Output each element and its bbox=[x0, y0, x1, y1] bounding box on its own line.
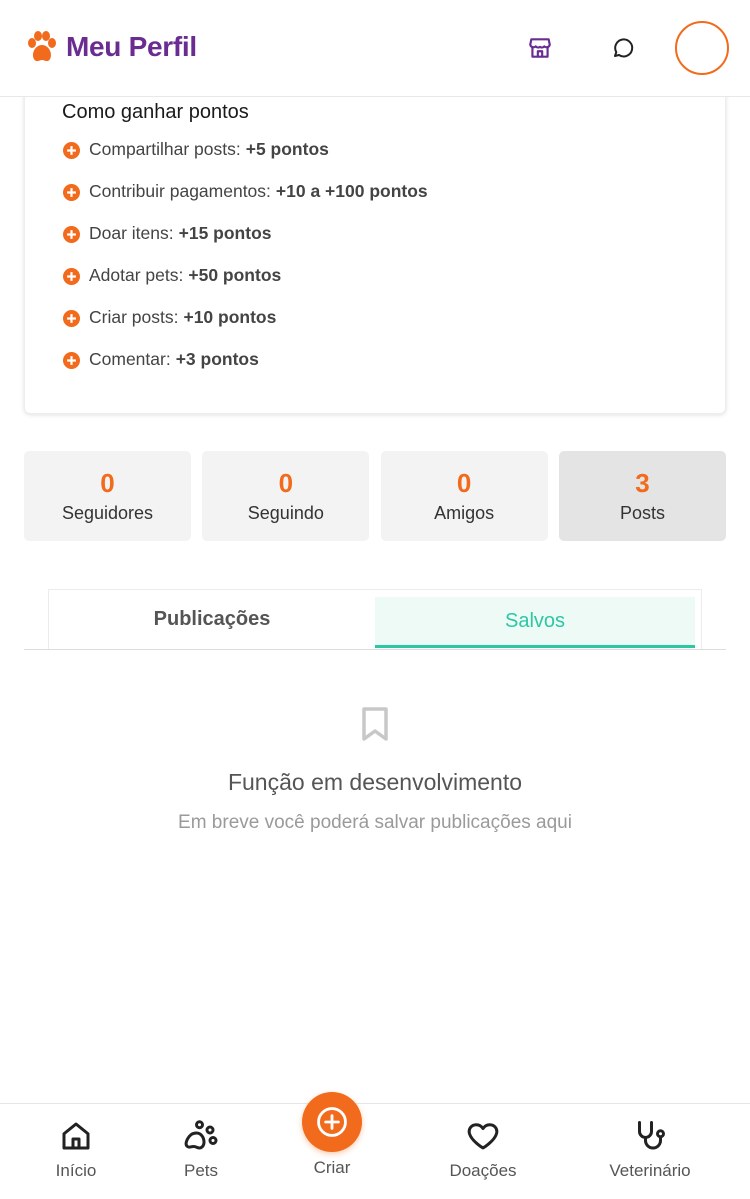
stat-label: Seguidores bbox=[61, 503, 154, 523]
home-icon bbox=[62, 1122, 90, 1150]
paw-outline-icon bbox=[184, 1120, 218, 1150]
avatar[interactable] bbox=[675, 21, 729, 75]
nav-label: Doações bbox=[449, 1161, 517, 1180]
nav-item-pets[interactable]: Pets bbox=[141, 1118, 261, 1181]
empty-state-subtitle: Em breve você poderá salvar publicações … bbox=[178, 812, 572, 833]
points-item-label: Compartilhar posts: bbox=[89, 139, 241, 159]
points-item: Adotar pets: +50 pontos bbox=[63, 265, 428, 307]
points-item-label: Contribuir pagamentos: bbox=[89, 181, 271, 201]
stat-label: Amigos bbox=[434, 503, 495, 523]
paw-icon bbox=[28, 31, 56, 62]
stat-value: 3 bbox=[635, 468, 650, 498]
stat-label: Posts bbox=[619, 503, 665, 523]
nav-item-veterinario[interactable]: Veterinário bbox=[590, 1118, 710, 1181]
plus-circle-icon bbox=[317, 1107, 347, 1137]
stat-value: 0 bbox=[100, 468, 115, 498]
points-item-value: +5 pontos bbox=[245, 139, 329, 159]
nav-item-criar[interactable]: Criar bbox=[272, 1092, 392, 1178]
stat-friends[interactable]: 0 Amigos bbox=[380, 451, 548, 541]
points-item: Doar itens: +15 pontos bbox=[63, 223, 428, 265]
points-item-label: Doar itens: bbox=[89, 223, 174, 243]
create-button[interactable] bbox=[302, 1092, 362, 1152]
chat-button[interactable] bbox=[605, 30, 641, 66]
plus-circle-icon bbox=[63, 268, 80, 285]
points-item-value: +10 a +100 pontos bbox=[275, 181, 428, 201]
stat-following[interactable]: 0 Seguindo bbox=[202, 451, 370, 541]
stat-followers[interactable]: 0 Seguidores bbox=[24, 451, 191, 541]
page-title: Meu Perfil bbox=[66, 31, 197, 62]
nav-label: Veterinário bbox=[609, 1161, 691, 1180]
heart-icon bbox=[467, 1123, 499, 1150]
stethoscope-icon bbox=[638, 1121, 665, 1150]
plus-circle-icon bbox=[63, 352, 80, 369]
profile-tabs: Publicações Salvos bbox=[48, 589, 702, 649]
stat-value: 0 bbox=[456, 468, 472, 498]
nav-label: Início bbox=[55, 1161, 97, 1180]
plus-circle-icon bbox=[63, 310, 80, 327]
stat-value: 0 bbox=[278, 468, 294, 498]
points-item: Criar posts: +10 pontos bbox=[63, 307, 428, 349]
bookmark-icon bbox=[362, 707, 388, 741]
stat-label: Seguindo bbox=[247, 503, 324, 523]
points-item-label: Adotar pets: bbox=[89, 265, 184, 285]
nav-label: Pets bbox=[183, 1161, 219, 1180]
nav-item-doacoes[interactable]: Doações bbox=[423, 1118, 543, 1181]
app-header: Meu Perfil bbox=[0, 0, 750, 97]
bottom-nav: Início Pets Criar Doações Veterinário bbox=[0, 1092, 750, 1199]
plus-circle-icon bbox=[63, 142, 80, 159]
points-item-value: +10 pontos bbox=[183, 307, 277, 327]
points-item: Comentar: +3 pontos bbox=[63, 349, 428, 391]
store-icon bbox=[529, 38, 551, 58]
points-card: Como ganhar pontos Compartilhar posts: +5… bbox=[24, 88, 726, 414]
tabs-divider bbox=[24, 649, 726, 650]
stat-posts[interactable]: 3 Posts bbox=[558, 451, 726, 541]
store-button[interactable] bbox=[522, 30, 558, 66]
points-item: Contribuir pagamentos: +10 a +100 pontos bbox=[63, 181, 428, 223]
points-item-value: +50 pontos bbox=[188, 265, 282, 285]
points-item-value: +15 pontos bbox=[178, 223, 272, 243]
nav-item-inicio[interactable]: Início bbox=[16, 1118, 136, 1181]
points-item-label: Criar posts: bbox=[89, 307, 179, 327]
points-item-value: +3 pontos bbox=[175, 349, 259, 369]
chat-bubble-icon bbox=[614, 38, 634, 58]
plus-circle-icon bbox=[63, 184, 80, 201]
profile-stats: 0 Seguidores 0 Seguindo 0 Amigos 3 Posts bbox=[24, 451, 726, 541]
plus-circle-icon bbox=[63, 226, 80, 243]
empty-state-title: Função em desenvolvimento bbox=[227, 769, 523, 795]
brand[interactable]: Meu Perfil bbox=[26, 30, 197, 64]
tab-publications[interactable]: Publicações bbox=[49, 590, 375, 648]
points-title: Como ganhar pontos bbox=[62, 101, 249, 123]
points-list: Compartilhar posts: +5 pontos Contribuir … bbox=[63, 139, 428, 391]
tab-saved[interactable]: Salvos bbox=[375, 597, 695, 648]
points-item: Compartilhar posts: +5 pontos bbox=[63, 139, 428, 181]
nav-label: Criar bbox=[313, 1158, 351, 1177]
points-item-label: Comentar: bbox=[89, 349, 171, 369]
